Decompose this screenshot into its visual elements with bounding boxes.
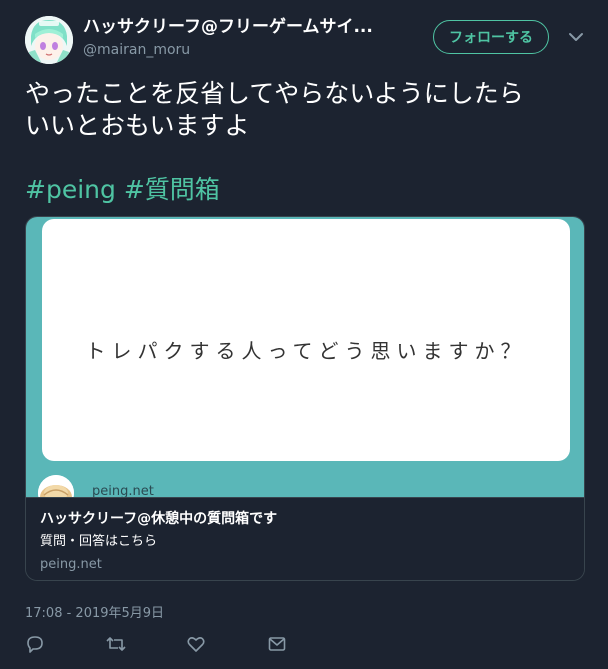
tweet-actions [25, 634, 325, 656]
card-domain: peing.net [40, 557, 102, 572]
reply-icon[interactable] [25, 634, 47, 656]
author-handle[interactable]: @mairan_moru [83, 40, 413, 60]
author-info[interactable]: ハッサクリーフ@フリーゲームサイ... @mairan_moru [83, 16, 413, 60]
hashtag-list: #peing #質問箱 [25, 174, 228, 206]
tweet-text: やったことを反省してやらないようにしたら いいとおもいますよ [25, 78, 585, 142]
link-card[interactable]: トレパクする人ってどう思いますか？ peing.net ハッサクリーフ@休憩中の… [25, 216, 585, 581]
card-title: ハッサクリーフ@休憩中の質問箱です [40, 511, 278, 527]
avatar-image-icon [25, 16, 73, 64]
tweet-text-line: やったことを反省してやらないようにしたら [25, 79, 524, 108]
follow-button[interactable]: フォローする [433, 20, 549, 54]
tweet-header: ハッサクリーフ@フリーゲームサイ... @mairan_moru フォローする [25, 14, 588, 64]
card-info: ハッサクリーフ@休憩中の質問箱です 質問・回答はこちら peing.net [26, 497, 584, 580]
tweet-text-line: いいとおもいますよ [25, 111, 250, 140]
retweet-icon[interactable] [105, 634, 127, 656]
tweet-container: ハッサクリーフ@フリーゲームサイ... @mairan_moru フォローする … [0, 0, 608, 669]
author-display-name[interactable]: ハッサクリーフ@フリーゲームサイ... [83, 16, 413, 38]
author-avatar[interactable] [25, 16, 73, 64]
card-question-panel: トレパクする人ってどう思いますか？ [42, 219, 570, 461]
message-icon[interactable] [267, 634, 289, 656]
card-image: トレパクする人ってどう思いますか？ peing.net [26, 217, 584, 511]
hashtag-link[interactable]: #peing [25, 175, 116, 204]
chevron-down-icon[interactable] [567, 28, 585, 46]
like-icon[interactable] [186, 634, 208, 656]
card-description: 質問・回答はこちら [40, 534, 158, 549]
card-question-text: トレパクする人ってどう思いますか？ [85, 339, 527, 363]
hashtag-link[interactable]: #質問箱 [124, 175, 220, 204]
tweet-timestamp[interactable]: 17:08 - 2019年5月9日 [25, 602, 164, 621]
